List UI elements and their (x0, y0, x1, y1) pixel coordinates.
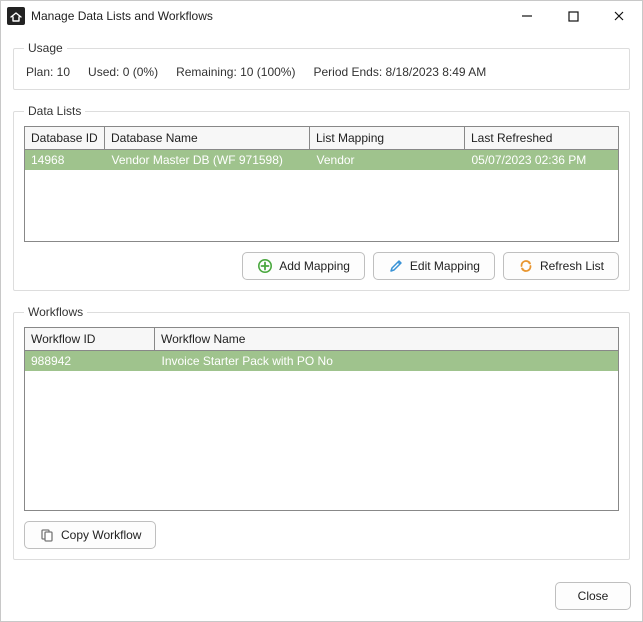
usage-group: Usage Plan: 10 Used: 0 (0%) Remaining: 1… (13, 41, 630, 90)
app-icon (7, 7, 25, 25)
usage-legend: Usage (24, 41, 67, 55)
edit-mapping-button[interactable]: Edit Mapping (373, 252, 495, 280)
usage-remaining: Remaining: 10 (100%) (176, 65, 295, 79)
copy-workflow-button[interactable]: Copy Workflow (24, 521, 156, 549)
refresh-list-label: Refresh List (540, 259, 604, 273)
cell-workflow-id: 988942 (25, 351, 155, 371)
title-bar: Manage Data Lists and Workflows (1, 1, 642, 31)
cell-database-name: Vendor Master DB (WF 971598) (105, 150, 310, 170)
cell-workflow-name: Invoice Starter Pack with PO No (155, 351, 618, 371)
col-workflow-name[interactable]: Workflow Name (155, 328, 619, 351)
workflows-group: Workflows Workflow ID Workflow Name 9889… (13, 305, 630, 560)
workflows-header-row: Workflow ID Workflow Name (25, 328, 619, 351)
usage-used: Used: 0 (0%) (88, 65, 158, 79)
cell-list-mapping: Vendor (310, 150, 465, 170)
col-last-refreshed[interactable]: Last Refreshed (465, 127, 619, 150)
minimize-button[interactable] (504, 1, 550, 31)
col-database-id[interactable]: Database ID (25, 127, 105, 150)
col-database-name[interactable]: Database Name (105, 127, 310, 150)
cell-database-id: 14968 (25, 150, 105, 170)
refresh-icon (518, 258, 534, 274)
refresh-list-button[interactable]: Refresh List (503, 252, 619, 280)
pencil-icon (388, 258, 404, 274)
datalists-legend: Data Lists (24, 104, 85, 118)
table-row[interactable]: 988942 Invoice Starter Pack with PO No (25, 351, 618, 371)
datalists-table[interactable]: Database ID Database Name List Mapping L… (24, 126, 619, 150)
usage-period-ends: Period Ends: 8/18/2023 8:49 AM (313, 65, 486, 79)
plus-circle-icon (257, 258, 273, 274)
maximize-button[interactable] (550, 1, 596, 31)
copy-icon (39, 527, 55, 543)
close-window-button[interactable] (596, 1, 642, 31)
window-title: Manage Data Lists and Workflows (31, 9, 504, 23)
workflows-legend: Workflows (24, 305, 87, 319)
close-button[interactable]: Close (555, 582, 631, 610)
usage-plan: Plan: 10 (26, 65, 70, 79)
close-button-label: Close (578, 589, 609, 603)
col-list-mapping[interactable]: List Mapping (310, 127, 465, 150)
workflows-table[interactable]: Workflow ID Workflow Name (24, 327, 619, 351)
cell-last-refreshed: 05/07/2023 02:36 PM (465, 150, 618, 170)
table-row[interactable]: 14968 Vendor Master DB (WF 971598) Vendo… (25, 150, 618, 170)
copy-workflow-label: Copy Workflow (61, 528, 141, 542)
datalists-header-row: Database ID Database Name List Mapping L… (25, 127, 619, 150)
add-mapping-label: Add Mapping (279, 259, 350, 273)
add-mapping-button[interactable]: Add Mapping (242, 252, 365, 280)
col-workflow-id[interactable]: Workflow ID (25, 328, 155, 351)
datalists-group: Data Lists Database ID Database Name Lis… (13, 104, 630, 291)
edit-mapping-label: Edit Mapping (410, 259, 480, 273)
